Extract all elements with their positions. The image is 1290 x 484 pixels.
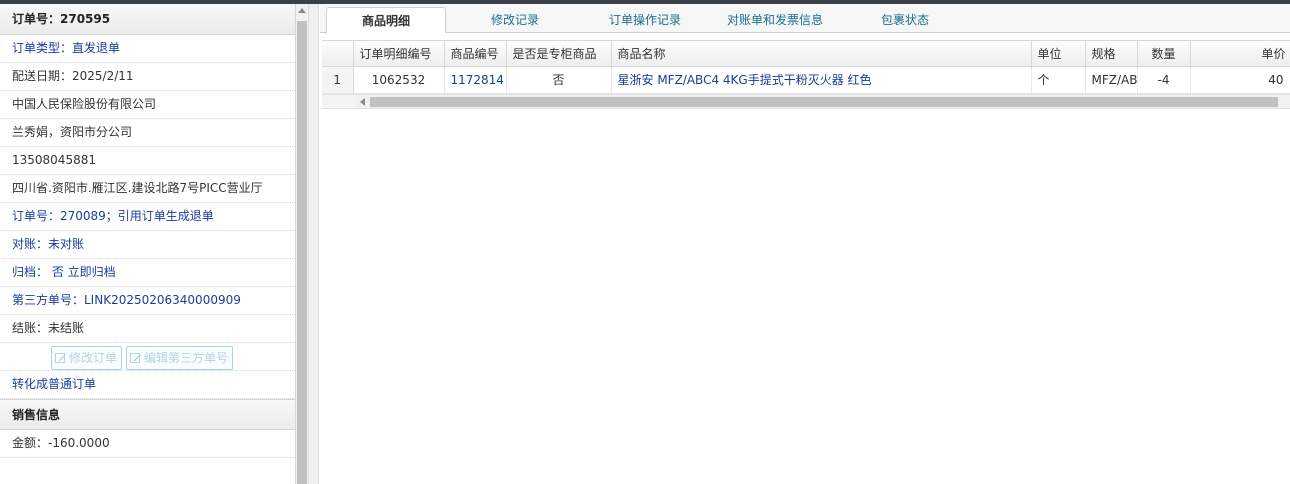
order-type: 订单类型：直发退单 [0, 35, 295, 63]
edit-icon [130, 353, 142, 363]
product-grid: 订单明细编号 商品编号 是否是专柜商品 商品名称 单位 规格 数量 单价 1 1… [322, 40, 1290, 109]
sales-info-header: 销售信息 [0, 399, 295, 430]
address: 四川省.资阳市.雁江区.建设北路7号PICC营业厅 [0, 175, 295, 203]
col-header-quantity[interactable]: 数量 [1137, 41, 1191, 67]
unit-price-cell: 40 [1190, 66, 1290, 94]
tab-order-operation-log[interactable]: 订单操作记录 [590, 7, 700, 33]
edit-icon [55, 353, 66, 363]
edit-third-party-label: 编辑第三方单号 [144, 351, 229, 365]
modify-order-label: 修改订单 [69, 351, 118, 365]
left-panel-scrollbar[interactable] [296, 4, 308, 484]
reconciliation-status: 对账：未对账 [0, 231, 295, 259]
col-header-detail-id[interactable]: 订单明细编号 [353, 41, 445, 67]
quantity-cell: -4 [1137, 66, 1191, 94]
col-header-unit-price[interactable]: 单价 [1190, 41, 1290, 67]
phone-number: 13508045881 [0, 147, 295, 175]
tab-package-status[interactable]: 包裹状态 [860, 7, 950, 33]
order-actions: 修改订单 编辑第三方单号 [0, 343, 295, 371]
tab-modify-history[interactable]: 修改记录 [460, 7, 570, 33]
convert-to-normal-order-link[interactable]: 转化成普通订单 [0, 371, 295, 399]
unit-cell: 个 [1031, 66, 1086, 94]
scrollbar-thumb[interactable] [370, 96, 1278, 107]
col-header-spec[interactable]: 规格 [1085, 41, 1138, 67]
order-info-panel: 订单号：270595 订单类型：直发退单 配送日期：2025/2/11 中国人民保险… [0, 4, 296, 484]
col-header-product-name[interactable]: 商品名称 [611, 41, 1032, 67]
col-header-rownum [322, 41, 354, 67]
settlement-status: 结账：未结账 [0, 315, 295, 343]
third-party-order-number: 第三方单号：LINK20250206340000909 [0, 287, 295, 315]
col-header-counter-product[interactable]: 是否是专柜商品 [506, 41, 612, 67]
tab-product-details[interactable]: 商品明细 [326, 7, 446, 34]
row-number: 1 [322, 66, 354, 94]
product-name-link[interactable]: 星浙安 MFZ/ABC4 4KG手提式干粉灭火器 红色 [611, 66, 1032, 94]
grid-horizontal-scrollbar[interactable] [322, 93, 1290, 109]
detail-panel: 商品明细 修改记录 订单操作记录 对账单和发票信息 包裹状态 订单明细编号 商品… [320, 4, 1290, 484]
tab-bar: 商品明细 修改记录 订单操作记录 对账单和发票信息 包裹状态 [320, 4, 1290, 34]
scroll-left-arrow-icon[interactable] [360, 97, 365, 106]
counter-product-cell: 否 [506, 66, 612, 94]
contact-branch: 兰秀娟，资阳市分公司 [0, 119, 295, 147]
company-name: 中国人民保险股份有限公司 [0, 91, 295, 119]
archive-status: 归档： 否 立即归档 [0, 259, 295, 287]
order-number-header: 订单号：270595 [0, 4, 295, 35]
spec-cell: MFZ/AB [1085, 66, 1138, 94]
amount-value: 金额：-160.0000 [0, 430, 295, 458]
col-header-product-id[interactable]: 商品编号 [444, 41, 507, 67]
detail-id-cell: 1062532 [353, 66, 445, 94]
col-header-unit[interactable]: 单位 [1031, 41, 1086, 67]
product-id-link[interactable]: 1172814 [444, 66, 507, 94]
edit-third-party-button[interactable]: 编辑第三方单号 [126, 346, 234, 370]
table-row[interactable]: 1 1062532 1172814 否 星浙安 MFZ/ABC4 4KG手提式干… [322, 66, 1290, 94]
panel-splitter[interactable] [308, 4, 319, 484]
scrollbar-thumb[interactable] [297, 21, 307, 484]
scroll-up-arrow-icon[interactable] [298, 8, 306, 13]
tab-statement-invoice[interactable]: 对账单和发票信息 [712, 7, 838, 33]
referenced-order: 订单号：270089；引用订单生成退单 [0, 203, 295, 231]
delivery-date: 配送日期：2025/2/11 [0, 63, 295, 91]
modify-order-button[interactable]: 修改订单 [51, 346, 123, 370]
